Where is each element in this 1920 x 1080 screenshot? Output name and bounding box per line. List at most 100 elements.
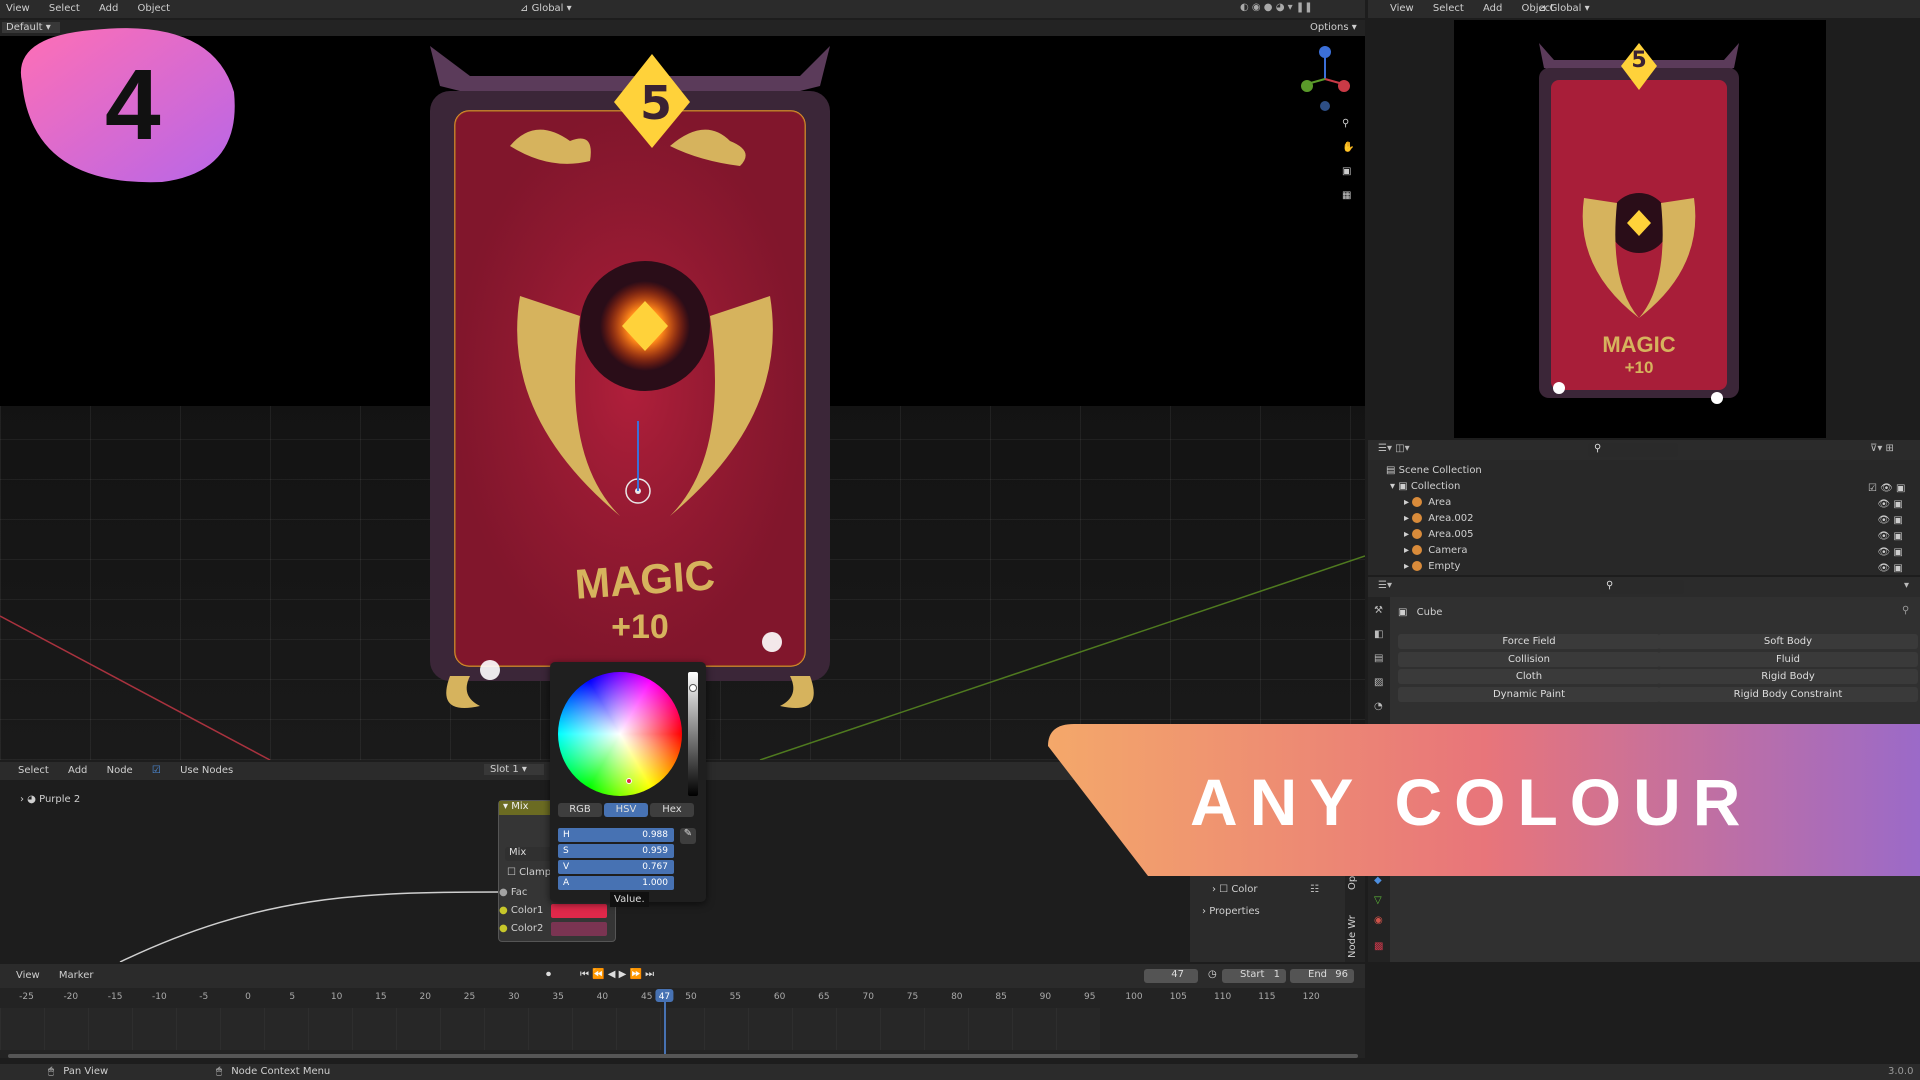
hand-icon[interactable]: ✋: [1342, 142, 1354, 153]
modifier-tab-icon[interactable]: ◆: [1374, 875, 1382, 886]
outliner-editor-icon[interactable]: ☰▾ ◫▾: [1378, 443, 1410, 454]
output-tab-icon[interactable]: ▤: [1374, 653, 1383, 664]
render-menu-view[interactable]: View: [1390, 3, 1414, 14]
menu-select[interactable]: Select: [49, 3, 80, 14]
rigid-body-constraint-button[interactable]: Rigid Body Constraint: [1658, 687, 1918, 702]
render-tab-icon[interactable]: ◧: [1374, 629, 1383, 640]
properties-section[interactable]: › Properties: [1202, 906, 1260, 917]
clamp-checkbox[interactable]: ☐ Clamp: [507, 867, 551, 878]
collection-row[interactable]: ▾ ▣ Collection: [1390, 481, 1460, 492]
dynamic-paint-button[interactable]: Dynamic Paint: [1398, 687, 1660, 702]
start-frame-field[interactable]: Start 1: [1222, 969, 1286, 983]
orientation-dropdown[interactable]: ⊿ Global ▾: [520, 3, 572, 14]
menu-add[interactable]: Add: [99, 3, 118, 14]
value-field[interactable]: V 0.767: [558, 860, 674, 874]
scene-collection[interactable]: ▤ Scene Collection: [1386, 465, 1482, 476]
render-menu-add[interactable]: Add: [1483, 3, 1502, 14]
render-image[interactable]: 5 MAGIC +10: [1454, 20, 1826, 438]
timeline-menu-marker[interactable]: Marker: [59, 970, 94, 981]
visibility-icons[interactable]: ☑ 👁 ▣ 👁 ▣ 👁 ▣ 👁 ▣ 👁 ▣ 👁 ▣: [1868, 481, 1905, 577]
shading-buttons[interactable]: ◐ ◉ ● ◕ ▾ ❚❚: [1240, 2, 1313, 13]
view-layer-tab-icon[interactable]: ▨: [1374, 677, 1383, 688]
scene-tab-icon[interactable]: ◔: [1374, 701, 1383, 712]
end-frame-field[interactable]: End 96: [1290, 969, 1354, 983]
menu-view[interactable]: View: [6, 3, 30, 14]
color1-input[interactable]: ● Color1: [499, 905, 543, 916]
mode-hex[interactable]: Hex: [650, 803, 694, 817]
record-button[interactable]: ⏺: [546, 969, 551, 980]
color-wheel[interactable]: [558, 672, 682, 796]
outliner-row-area005[interactable]: ▸ Area.005: [1404, 529, 1473, 540]
node-menu-add[interactable]: Add: [68, 765, 87, 776]
outliner-row-empty[interactable]: ▸ Empty: [1404, 561, 1460, 572]
color2-swatch[interactable]: [551, 922, 607, 936]
outliner-search[interactable]: ⚲: [1588, 443, 1678, 457]
outliner-row-area[interactable]: ▸ Area: [1404, 497, 1451, 508]
render-orientation-dropdown[interactable]: ⊿ Global ▾: [1538, 3, 1590, 14]
zoom-icon[interactable]: ⚲: [1342, 118, 1349, 129]
mode-hsv[interactable]: HSV: [604, 803, 648, 817]
tool-tab-icon[interactable]: ⚒: [1374, 605, 1383, 616]
timeline-header: View Marker ⏺ ⏮ ⏪ ◀ ▶ ⏩ ⏭ 47 ◷ Start 1 E…: [0, 964, 1365, 988]
saturation-field[interactable]: S 0.959: [558, 844, 674, 858]
filter-icon[interactable]: ⊽▾ ⊞: [1870, 443, 1894, 454]
timeline-tick-label: 65: [818, 992, 829, 1002]
end-label: End: [1308, 969, 1328, 980]
cloth-button[interactable]: Cloth: [1398, 669, 1660, 684]
node-menu-select[interactable]: Select: [18, 765, 49, 776]
menu-object[interactable]: Object: [138, 3, 171, 14]
color-wheel-cursor[interactable]: [626, 778, 632, 784]
outliner-row-area002[interactable]: ▸ Area.002: [1404, 513, 1473, 524]
hue-field[interactable]: H 0.988: [558, 828, 674, 842]
timeline-tick-label: 110: [1214, 992, 1231, 1002]
timeline-tick-label: 90: [1040, 992, 1052, 1002]
color1-label: Color1: [510, 905, 544, 916]
tab-node-wrangler[interactable]: Node Wr: [1347, 915, 1358, 958]
texture-tab-icon[interactable]: ▩: [1374, 941, 1383, 952]
value-slider-handle[interactable]: [689, 684, 697, 692]
timeline-tick-label: 95: [1084, 992, 1095, 1002]
timeline-track[interactable]: -25-20-15-10-505101520253035404547505560…: [0, 988, 1365, 1058]
timeline-ruler: -25-20-15-10-505101520253035404547505560…: [19, 989, 1320, 1002]
properties-editor-icon[interactable]: ☰▾: [1378, 580, 1392, 591]
navigation-gizmo[interactable]: [1295, 44, 1355, 114]
properties-search[interactable]: ⚲: [1600, 580, 1684, 594]
viewport-header: View Select Add Object ⊿ Global ▾ ◐ ◉ ● …: [0, 0, 1365, 18]
scrollbar[interactable]: [8, 1054, 1358, 1058]
current-frame-field[interactable]: 47: [1144, 969, 1198, 983]
fluid-button[interactable]: Fluid: [1658, 652, 1918, 667]
timeline-tick-label: 0: [245, 992, 251, 1002]
soft-body-button[interactable]: Soft Body: [1658, 634, 1918, 649]
mode-rgb[interactable]: RGB: [558, 803, 602, 817]
playback-controls[interactable]: ⏮ ⏪ ◀ ▶ ⏩ ⏭: [580, 969, 654, 980]
slot-dropdown[interactable]: Slot 1 ▾: [484, 764, 544, 775]
timeline-tick-label: -15: [108, 992, 123, 1002]
banner-text: ANY COLOUR: [1190, 765, 1753, 839]
properties-menu-icon[interactable]: ▾: [1904, 580, 1909, 591]
outliner-row-camera[interactable]: ▸ Camera: [1404, 545, 1467, 556]
material-tab-icon[interactable]: ◉: [1374, 915, 1383, 926]
options-dropdown[interactable]: Options ▾: [1310, 22, 1357, 33]
clock-icon[interactable]: ◷: [1208, 969, 1217, 980]
color2-input[interactable]: ● Color2: [499, 923, 543, 934]
eyedropper-icon[interactable]: ✎: [680, 828, 696, 844]
data-tab-icon[interactable]: ▽: [1374, 895, 1382, 906]
rigid-body-button[interactable]: Rigid Body: [1658, 669, 1918, 684]
camera-icon[interactable]: ▣: [1342, 166, 1351, 177]
timeline-tick-label: 35: [552, 992, 563, 1002]
node-menu-node[interactable]: Node: [107, 765, 133, 776]
grid-icon[interactable]: ▦: [1342, 190, 1351, 201]
collision-button[interactable]: Collision: [1398, 652, 1660, 667]
use-nodes-checkbox[interactable]: ☑ Use Nodes: [152, 765, 249, 776]
timeline-menu-view[interactable]: View: [16, 970, 40, 981]
outliner-item-label: Area: [1428, 497, 1452, 508]
fac-input[interactable]: ● Fac: [499, 887, 527, 898]
color1-swatch[interactable]: [551, 904, 607, 918]
render-menu-select[interactable]: Select: [1433, 3, 1464, 14]
force-field-button[interactable]: Force Field: [1398, 634, 1660, 649]
color-section[interactable]: › ☐ Color: [1212, 884, 1257, 895]
alpha-field[interactable]: A 1.000: [558, 876, 674, 890]
list-icon[interactable]: ☷: [1310, 884, 1319, 895]
timeline-tick-label: -20: [63, 992, 78, 1002]
pin-icon[interactable]: ⚲: [1902, 605, 1909, 616]
